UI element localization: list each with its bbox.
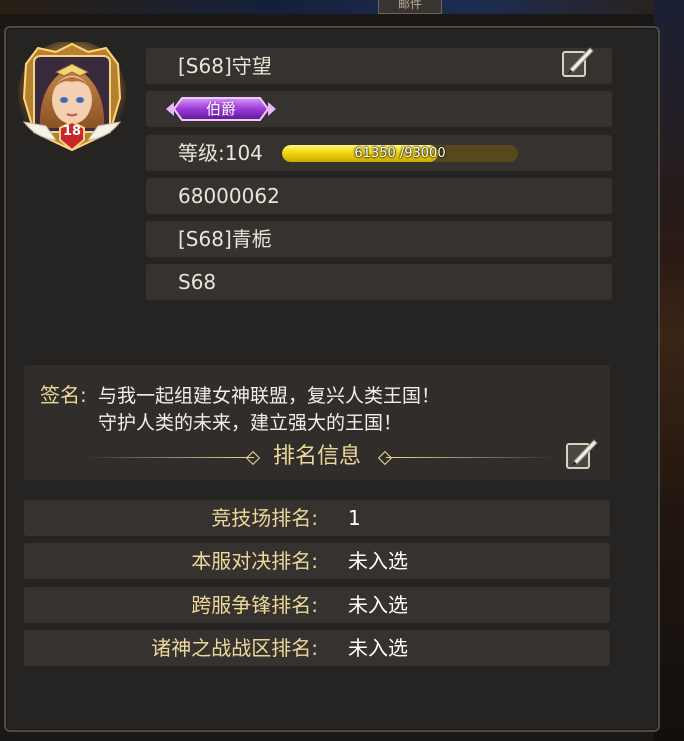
rank-value: 未入选 — [348, 549, 408, 573]
exp-progress-bar: 61350 /93000 — [282, 145, 518, 162]
pencil-note-icon — [566, 439, 598, 469]
rank-row-server-duel: 本服对决排名: 未入选 — [24, 543, 610, 579]
ranking-title: 排名信息 — [272, 444, 361, 469]
player-name-row: [S68]守望 — [146, 48, 612, 84]
rank-value: 1 — [348, 506, 361, 530]
edit-signature-button[interactable] — [564, 437, 598, 471]
rank-label: 跨服争锋排名: — [191, 593, 318, 617]
title-row: 伯爵 — [146, 91, 612, 127]
player-id: 68000062 — [178, 184, 280, 208]
signature-line: 守护人类的未来，建立强大的王国！ — [98, 412, 403, 434]
guild-name: [S68]青栀 — [178, 227, 272, 251]
level-label: 等级:104 — [178, 141, 263, 165]
pencil-note-icon — [562, 47, 594, 77]
title-badge[interactable]: 伯爵 — [164, 94, 278, 124]
player-avatar[interactable]: 18 — [16, 40, 128, 154]
exp-progress-text: 61350 /93000 — [354, 146, 446, 161]
level-row: 等级:104 61350 /93000 — [146, 135, 612, 171]
signature-line: 与我一起组建女神联盟，复兴人类王国！ — [98, 385, 441, 407]
signature-label: 签名: — [40, 383, 87, 407]
player-id-row: 68000062 — [146, 178, 612, 214]
rank-value: 未入选 — [348, 593, 408, 617]
title-badge-label: 伯爵 — [205, 100, 236, 118]
rank-label: 诸神之战战区排名: — [151, 636, 318, 660]
mail-tab-fragment[interactable]: 邮件 — [378, 0, 442, 14]
rank-label: 竞技场排名: — [211, 506, 318, 530]
ranking-header: 排名信息 — [24, 440, 610, 476]
rank-label: 本服对决排名: — [191, 549, 318, 573]
rank-row-arena: 竞技场排名: 1 — [24, 500, 610, 536]
server-row: S68 — [146, 264, 612, 300]
guild-row: [S68]青栀 — [146, 221, 612, 257]
server-name: S68 — [178, 270, 217, 294]
signature-text: 与我一起组建女神联盟，复兴人类王国！ 守护人类的未来，建立强大的王国！ — [98, 383, 440, 437]
rank-value: 未入选 — [348, 636, 408, 660]
player-name: [S68]守望 — [178, 54, 272, 78]
background-top-strip: 邮件 — [0, 0, 684, 14]
avatar-level-badge: 18 — [62, 124, 82, 139]
rank-row-gods-war: 诸神之战战区排名: 未入选 — [24, 630, 610, 666]
edit-name-button[interactable] — [560, 45, 594, 79]
rank-row-cross-server: 跨服争锋排名: 未入选 — [24, 587, 610, 623]
